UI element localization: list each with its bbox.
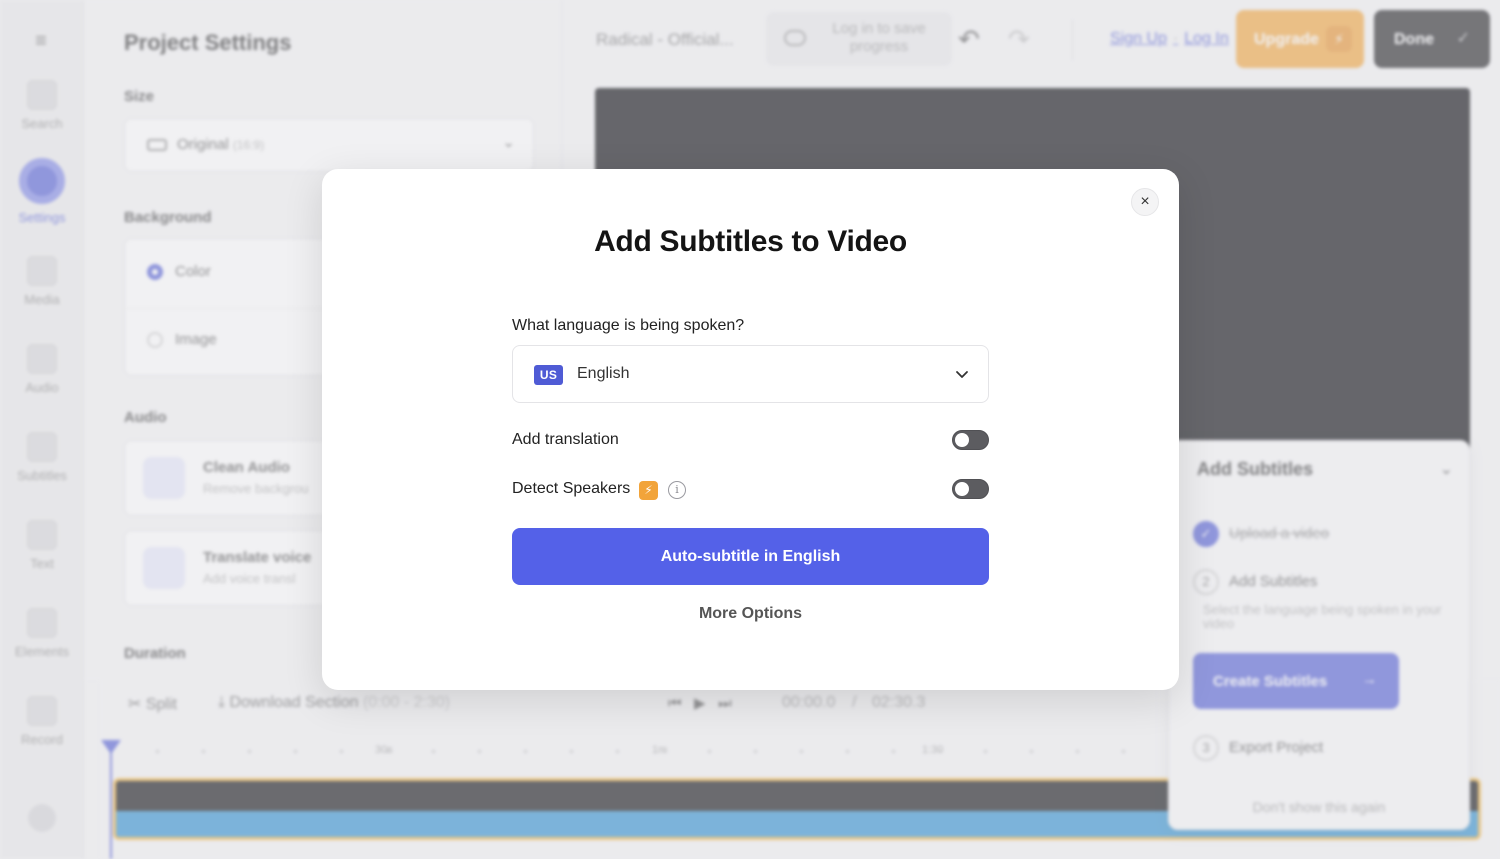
detect-speakers-label: Detect Speakers [512, 480, 631, 497]
language-question: What language is being spoken? [512, 317, 745, 334]
language-select[interactable]: US English [512, 345, 989, 403]
more-options-link[interactable]: More Options [322, 605, 1179, 623]
add-translation-label: Add translation [512, 431, 619, 448]
modal-title: Add Subtitles to Video [594, 225, 907, 258]
lightning-icon: ⚡ [639, 481, 658, 500]
add-translation-toggle[interactable] [952, 430, 989, 450]
language-value: English [577, 365, 630, 382]
add-subtitles-modal: × Add Subtitles to Video What language i… [322, 169, 1179, 690]
toggle-knob [955, 433, 969, 447]
info-icon[interactable]: i [668, 481, 686, 499]
us-flag-icon: US [534, 365, 563, 385]
toggle-knob [955, 482, 969, 496]
close-icon[interactable]: × [1131, 188, 1159, 216]
auto-subtitle-button[interactable]: Auto-subtitle in English [512, 528, 989, 585]
chevron-down-icon [956, 371, 968, 378]
detect-speakers-toggle[interactable] [952, 479, 989, 499]
